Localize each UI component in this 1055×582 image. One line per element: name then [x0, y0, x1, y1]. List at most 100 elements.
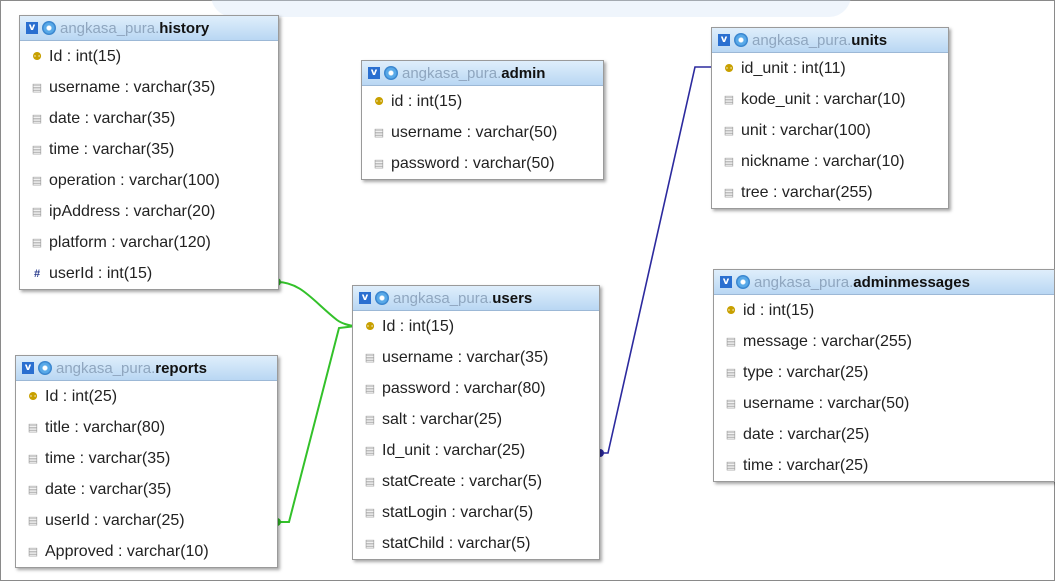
table-header[interactable]: v angkasa_pura. units [712, 28, 948, 53]
gear-icon[interactable] [42, 21, 56, 35]
field-row[interactable]: ▤ ipAddress : varchar(20) [20, 196, 278, 227]
field-row[interactable]: ▤ username : varchar(50) [714, 388, 1054, 419]
field-name: userId [45, 511, 90, 529]
field-row[interactable]: ▤ username : varchar(35) [20, 72, 278, 103]
toggle-v-icon[interactable]: v [359, 292, 371, 304]
field-row[interactable]: ▤ operation : varchar(100) [20, 165, 278, 196]
field-name: time [45, 449, 76, 467]
field-row[interactable]: ▤ date : varchar(35) [20, 103, 278, 134]
table-history[interactable]: v angkasa_pura. history ⚉ Id : int(15) ▤ usern… [19, 15, 279, 290]
index-icon: # [33, 267, 41, 280]
table-name: reports [155, 359, 207, 377]
gear-icon[interactable] [375, 291, 389, 305]
field-separator: : [75, 449, 89, 467]
field-row[interactable]: ⚉ Id : int(15) [20, 41, 278, 72]
gear-icon[interactable] [38, 361, 52, 375]
field-row[interactable]: ▤ username : varchar(35) [353, 342, 599, 373]
field-type: int(15) [768, 301, 815, 319]
field-name: date [49, 109, 81, 127]
toggle-v-icon[interactable]: v [22, 362, 34, 374]
field-row[interactable]: ▤ unit : varchar(100) [712, 115, 948, 146]
toggle-v-icon[interactable]: v [720, 276, 732, 288]
field-name: Id [382, 317, 396, 335]
field-row[interactable]: ▤ date : varchar(35) [16, 474, 277, 505]
column-icon: ▤ [364, 414, 376, 426]
field-row[interactable]: ⚉ id : int(15) [362, 86, 603, 117]
field-row[interactable]: ▤ userId : varchar(25) [16, 505, 277, 536]
field-row[interactable]: ▤ platform : varchar(120) [20, 227, 278, 258]
field-row[interactable]: # userId : int(15) [20, 258, 278, 289]
field-type: int(15) [408, 317, 455, 335]
field-row[interactable]: ▤ time : varchar(35) [20, 134, 278, 165]
field-row[interactable]: ▤ Id_unit : varchar(25) [353, 435, 599, 466]
table-header[interactable]: v angkasa_pura. history [20, 16, 278, 41]
field-row[interactable]: ▤ time : varchar(25) [714, 450, 1054, 481]
field-name: message [743, 332, 808, 350]
field-row[interactable]: ▤ type : varchar(25) [714, 357, 1054, 388]
table-header[interactable]: v angkasa_pura. reports [16, 356, 277, 381]
field-type: varchar(35) [133, 78, 216, 96]
table-units[interactable]: v angkasa_pura. units ⚉ id_unit : int(11) ▤ ko… [711, 27, 949, 209]
field-type: varchar(20) [133, 202, 216, 220]
key-icon: ⚉ [32, 51, 42, 63]
column-icon: ▤ [723, 156, 735, 168]
table-adminmessages[interactable]: v angkasa_pura. adminmessages ⚉ id : int(15)… [713, 269, 1055, 482]
field-name: Id [45, 387, 59, 405]
field-type: varchar(35) [93, 109, 176, 127]
table-reports[interactable]: v angkasa_pura. reports ⚉ Id : int(25) ▤ title… [15, 355, 278, 568]
field-separator: : [773, 456, 787, 474]
table-header[interactable]: v angkasa_pura. users [353, 286, 599, 311]
field-name: tree [741, 183, 769, 201]
toggle-v-icon[interactable]: v [26, 22, 38, 34]
field-type: varchar(120) [120, 233, 211, 251]
column-icon: ▤ [364, 352, 376, 364]
table-header[interactable]: v angkasa_pura. admin [362, 61, 603, 86]
table-name: users [492, 289, 533, 307]
column-icon: ▤ [31, 237, 43, 249]
field-type: varchar(50) [475, 123, 558, 141]
toggle-v-icon[interactable]: v [718, 34, 730, 46]
field-row[interactable]: ⚉ id : int(15) [714, 295, 1054, 326]
field-row[interactable]: ▤ statCreate : varchar(5) [353, 466, 599, 497]
field-name: nickname [741, 152, 810, 170]
key-icon: ⚉ [724, 63, 734, 75]
field-row[interactable]: ▤ tree : varchar(255) [712, 177, 948, 208]
field-row[interactable]: ▤ message : varchar(255) [714, 326, 1054, 357]
field-row[interactable]: ▤ statLogin : varchar(5) [353, 497, 599, 528]
field-type: varchar(35) [88, 449, 171, 467]
field-type: int(25) [71, 387, 118, 405]
column-icon: ▤ [725, 367, 737, 379]
field-separator: : [80, 109, 94, 127]
column-icon: ▤ [725, 429, 737, 441]
table-users[interactable]: v angkasa_pura. users ⚉ Id : int(15) ▤ usernam… [352, 285, 600, 560]
field-row[interactable]: ▤ title : varchar(80) [16, 412, 277, 443]
gear-icon[interactable] [734, 33, 748, 47]
field-row[interactable]: ▤ password : varchar(50) [362, 148, 603, 179]
field-row[interactable]: ▤ username : varchar(50) [362, 117, 603, 148]
gear-icon[interactable] [384, 66, 398, 80]
field-type: varchar(5) [457, 534, 531, 552]
gear-icon[interactable] [736, 275, 750, 289]
field-row[interactable]: ▤ date : varchar(25) [714, 419, 1054, 450]
field-type: varchar(10) [822, 152, 905, 170]
field-row[interactable]: ▤ statChild : varchar(5) [353, 528, 599, 559]
field-row[interactable]: ▤ kode_unit : varchar(10) [712, 84, 948, 115]
field-row[interactable]: ⚉ Id : int(15) [353, 311, 599, 342]
field-row[interactable]: ▤ Approved : varchar(10) [16, 536, 277, 567]
field-row[interactable]: ⚉ id_unit : int(11) [712, 53, 948, 84]
field-row[interactable]: ▤ salt : varchar(25) [353, 404, 599, 435]
field-row[interactable]: ⚉ Id : int(25) [16, 381, 277, 412]
schema-name: angkasa_pura. [56, 359, 156, 377]
field-row[interactable]: ▤ nickname : varchar(10) [712, 146, 948, 177]
toggle-v-icon[interactable]: v [368, 67, 380, 79]
table-admin[interactable]: v angkasa_pura. admin ⚉ id : int(15) ▤ usernam… [361, 60, 604, 180]
field-row[interactable]: ▤ password : varchar(80) [353, 373, 599, 404]
field-type: varchar(35) [92, 140, 175, 158]
field-separator: : [115, 171, 130, 189]
field-name: date [743, 425, 775, 443]
field-row[interactable]: ▤ time : varchar(35) [16, 443, 277, 474]
relation-users-units [599, 66, 714, 454]
table-header[interactable]: v angkasa_pura. adminmessages [714, 270, 1054, 295]
field-type: varchar(25) [102, 511, 185, 529]
field-separator: : [810, 90, 824, 108]
